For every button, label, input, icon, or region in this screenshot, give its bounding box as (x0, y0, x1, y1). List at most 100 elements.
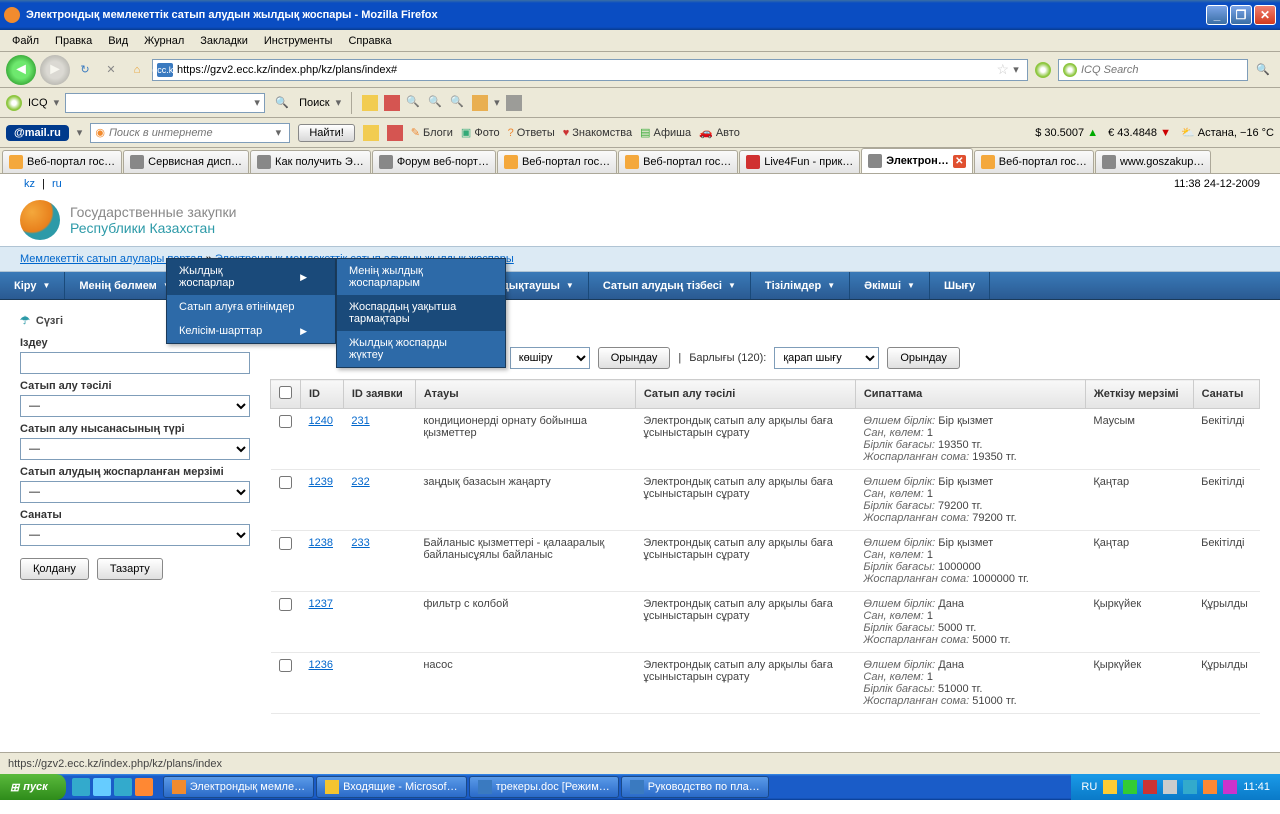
selected-action-select[interactable]: көшіру (510, 347, 590, 369)
icq-poisk[interactable]: Поиск (299, 97, 329, 109)
url-input[interactable] (210, 64, 996, 76)
th-name[interactable]: Атауы (415, 380, 635, 409)
row-checkbox[interactable] (279, 415, 292, 428)
bookmark-star-icon[interactable]: ☆ (996, 61, 1009, 78)
select-all-checkbox[interactable] (279, 386, 292, 399)
menu-file[interactable]: Файл (4, 33, 47, 49)
task-1[interactable]: Входящие - Microsof… (316, 776, 467, 798)
tray-i5[interactable] (1183, 780, 1197, 794)
tab-3[interactable]: Форум веб-порт… (372, 150, 496, 173)
th-month[interactable]: Жеткізу мерзімі (1085, 380, 1193, 409)
menu-help[interactable]: Справка (340, 33, 399, 49)
tray-i1[interactable] (1103, 780, 1117, 794)
mailru-search-input[interactable] (109, 127, 271, 139)
ql-4[interactable] (135, 778, 153, 796)
search-go-icon[interactable]: 🔍 (1252, 59, 1274, 81)
mailru-go-button[interactable]: Найти! (298, 124, 354, 142)
zoom-out-icon[interactable]: 🔍 (406, 95, 422, 111)
maximize-button[interactable]: ❐ (1230, 5, 1252, 25)
th-cat[interactable]: Санаты (1193, 380, 1259, 409)
icq-select[interactable]: ▾ (65, 93, 265, 113)
total-execute-button[interactable]: Орындау (887, 347, 960, 369)
ql-1[interactable] (72, 778, 90, 796)
link-znak[interactable]: ♥Знакомства (563, 127, 632, 139)
start-button[interactable]: ⊞пуск (0, 774, 66, 800)
th-idz[interactable]: ID заявки (343, 380, 415, 409)
task-0[interactable]: Электрондық мемле… (163, 776, 314, 798)
sub1-item-1[interactable]: Сатып алуға өтінімдер (167, 295, 335, 319)
link-avto[interactable]: 🚗Авто (699, 126, 740, 139)
filter-cat-select[interactable]: — (20, 524, 250, 546)
menu-view[interactable]: Вид (100, 33, 136, 49)
tab-close-icon[interactable]: ✕ (953, 155, 966, 168)
search-box[interactable] (1058, 59, 1248, 81)
tb-icon-1[interactable] (362, 95, 378, 111)
tray-i6[interactable] (1203, 780, 1217, 794)
row-id[interactable]: 1236 (309, 659, 333, 671)
lang-kz[interactable]: kz (20, 178, 39, 190)
menu-edit[interactable]: Правка (47, 33, 100, 49)
total-action-select[interactable]: қарап шығу (774, 347, 879, 369)
tab-6[interactable]: Live4Fun - прик… (739, 150, 860, 173)
search-input[interactable] (1081, 64, 1243, 76)
menu-bookmarks[interactable]: Закладки (192, 33, 256, 49)
th-method[interactable]: Сатып алу тәсілі (635, 380, 855, 409)
th-id[interactable]: ID (301, 380, 344, 409)
row-id[interactable]: 1238 (309, 537, 333, 549)
mailru-search[interactable]: ◉ ▾ (90, 123, 290, 143)
link-otvety[interactable]: ?Ответы (508, 127, 555, 139)
filter-month-select[interactable]: — (20, 481, 250, 503)
row-id[interactable]: 1239 (309, 476, 333, 488)
tab-0[interactable]: Веб-портал гос… (2, 150, 122, 173)
tb-icon-6[interactable] (472, 95, 488, 111)
menu-tools[interactable]: Инструменты (256, 33, 341, 49)
row-id[interactable]: 1237 (309, 598, 333, 610)
reload-button[interactable]: ↻ (74, 59, 96, 81)
row-checkbox[interactable] (279, 476, 292, 489)
nav-6[interactable]: Тізілімдер▼ (751, 272, 850, 299)
filter-type-select[interactable]: — (20, 438, 250, 460)
ql-2[interactable] (93, 778, 111, 796)
url-dropdown[interactable]: ▾ (1009, 63, 1023, 76)
tray-i7[interactable] (1223, 780, 1237, 794)
zoom-in-icon[interactable]: 🔍 (428, 95, 444, 111)
filter-method-select[interactable]: — (20, 395, 250, 417)
tray-i4[interactable] (1163, 780, 1177, 794)
mail-icon-1[interactable] (363, 125, 379, 141)
row-idz[interactable]: 232 (351, 476, 369, 488)
tray-lang[interactable]: RU (1081, 781, 1097, 793)
row-checkbox[interactable] (279, 537, 292, 550)
tray-i2[interactable] (1123, 780, 1137, 794)
tab-5[interactable]: Веб-портал гос… (618, 150, 738, 173)
back-button[interactable]: ◄ (6, 55, 36, 85)
nav-5[interactable]: Сатып алудың тізбесі▼ (589, 272, 751, 299)
nav-0[interactable]: Кіру▼ (0, 272, 65, 299)
home-button[interactable]: ⌂ (126, 59, 148, 81)
forward-button[interactable]: ► (40, 55, 70, 85)
sub1-item-0[interactable]: Жылдық жоспарлар▶ (167, 259, 335, 295)
row-idz[interactable]: 233 (351, 537, 369, 549)
zoom-reset-icon[interactable]: 🔍 (450, 95, 466, 111)
tb-icon-7[interactable] (506, 95, 522, 111)
row-checkbox[interactable] (279, 598, 292, 611)
nav-7[interactable]: Әкімші▼ (850, 272, 930, 299)
minimize-button[interactable]: _ (1206, 5, 1228, 25)
close-button[interactable]: ✕ (1254, 5, 1276, 25)
tab-7[interactable]: Электрон…✕ (861, 148, 973, 173)
nav-8[interactable]: Шығу (930, 272, 990, 299)
daisy-icon[interactable] (1032, 59, 1054, 81)
task-2[interactable]: трекеры.doc [Режим… (469, 776, 619, 798)
sub2-item-2[interactable]: Жылдық жоспарды жүктеу (337, 331, 505, 367)
reset-button[interactable]: Тазарту (97, 558, 163, 580)
sub2-item-1[interactable]: Жоспардың уақытша тармақтары (337, 295, 505, 331)
mail-icon-2[interactable] (387, 125, 403, 141)
tab-1[interactable]: Сервисная дисп… (123, 150, 249, 173)
selected-execute-button[interactable]: Орындау (598, 347, 671, 369)
tab-9[interactable]: www.goszakup… (1095, 150, 1211, 173)
sub2-item-0[interactable]: Менің жылдық жоспарларым (337, 259, 505, 295)
ql-3[interactable] (114, 778, 132, 796)
tb-icon-2[interactable] (384, 95, 400, 111)
th-desc[interactable]: Сипаттама (855, 380, 1085, 409)
tray-i3[interactable] (1143, 780, 1157, 794)
link-blogi[interactable]: ✎Блоги (411, 126, 453, 139)
